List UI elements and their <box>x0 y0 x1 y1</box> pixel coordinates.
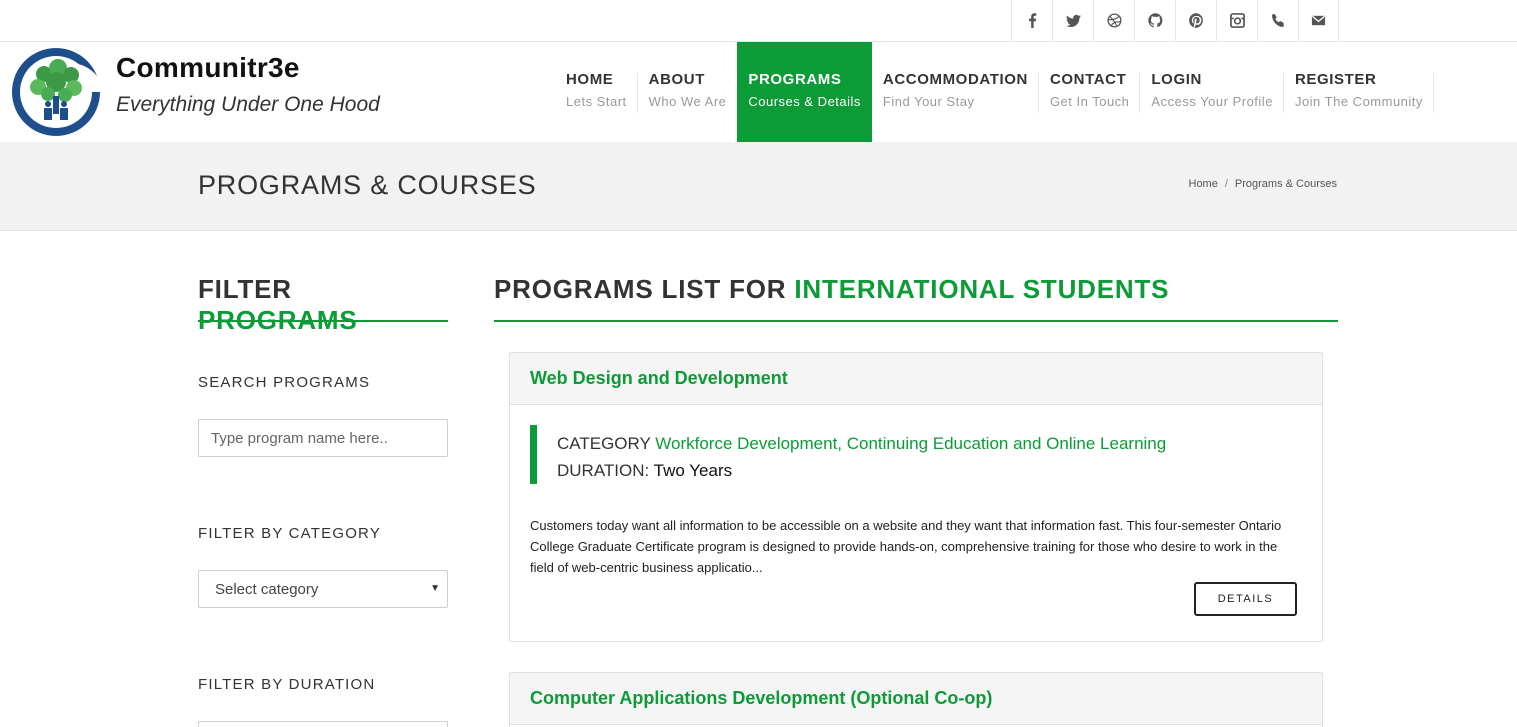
filter-duration-label: FILTER BY DURATION <box>198 676 376 693</box>
nav-item-accommodation[interactable]: ACCOMMODATION Find Your Stay <box>872 42 1039 142</box>
nav-item-subtitle: Courses & Details <box>748 94 861 109</box>
duration-select[interactable] <box>198 721 448 727</box>
program-duration: Two Years <box>653 461 733 480</box>
filter-heading-accent: PROGRAMS <box>198 305 358 335</box>
nav-item-subtitle: Access Your Profile <box>1151 94 1273 109</box>
breadcrumb: Home / Programs & Courses <box>1189 178 1338 190</box>
nav-item-subtitle: Who We Are <box>648 94 727 109</box>
breadcrumb-current: Programs & Courses <box>1234 178 1337 190</box>
filter-category-label: FILTER BY CATEGORY <box>198 525 382 542</box>
dribbble-icon[interactable] <box>1093 0 1134 41</box>
nav-item-title: LOGIN <box>1151 71 1202 88</box>
category-select-value: Select category <box>215 581 319 598</box>
nav-item-subtitle: Lets Start <box>566 94 627 109</box>
program-description: Customers today want all information to … <box>530 518 1282 575</box>
twitter-icon[interactable] <box>1052 0 1093 41</box>
search-programs-label: SEARCH PROGRAMS <box>198 374 371 391</box>
nav-item-title: CONTACT <box>1049 71 1127 88</box>
filter-heading: FILTER PROGRAMS <box>198 274 448 335</box>
phone-icon[interactable] <box>1257 0 1298 41</box>
site-header: Communitr3e Everything Under One Hood HO… <box>0 42 1517 142</box>
breadcrumb-home[interactable]: Home <box>1189 178 1218 190</box>
nav-item-subtitle: Join The Community <box>1294 94 1423 109</box>
github-icon[interactable] <box>1134 0 1175 41</box>
program-duration-label: DURATION: <box>557 461 650 480</box>
program-card: Computer Applications Development (Optio… <box>509 672 1323 727</box>
nav-item-programs[interactable]: PROGRAMS Courses & Details <box>737 42 872 142</box>
page-title-band: PROGRAMS & COURSES Home / Programs & Cours… <box>0 142 1517 231</box>
program-title[interactable]: Web Design and Development <box>510 353 1322 405</box>
nav-item-title: ABOUT <box>648 71 705 88</box>
program-category-row: CATEGORY Workforce Development, Continui… <box>557 430 1166 457</box>
brand-tagline: Everything Under One Hood <box>116 93 380 116</box>
search-programs-input[interactable] <box>198 419 448 457</box>
nav-item-register[interactable]: REGISTER Join The Community <box>1284 42 1434 142</box>
nav-item-login[interactable]: LOGIN Access Your Profile <box>1140 42 1284 142</box>
program-meta: CATEGORY Workforce Development, Continui… <box>530 425 1166 484</box>
program-card: Web Design and Development CATEGORY Work… <box>509 352 1323 642</box>
top-social-bar <box>0 0 1517 42</box>
program-title[interactable]: Computer Applications Development (Optio… <box>510 673 1322 725</box>
program-category: Workforce Development, Continuing Educat… <box>655 434 1167 453</box>
instagram-icon[interactable] <box>1216 0 1257 41</box>
programs-list-heading: PROGRAMS LIST FOR INTERNATIONAL STUDENTS <box>494 274 1338 322</box>
social-links <box>1011 0 1339 42</box>
email-icon[interactable] <box>1298 0 1339 41</box>
filter-heading-text: FILTER <box>198 274 292 304</box>
chevron-down-icon: ▼ <box>430 583 440 594</box>
nav-item-contact[interactable]: CONTACT Get In Touch <box>1039 42 1141 142</box>
facebook-icon[interactable] <box>1011 0 1052 41</box>
brand-name[interactable]: Communitr3e <box>116 52 300 84</box>
programs-list-heading-accent: INTERNATIONAL STUDENTS <box>794 274 1170 304</box>
nav-item-subtitle: Get In Touch <box>1049 94 1130 109</box>
category-select[interactable]: Select category ▼ <box>198 570 448 608</box>
program-duration-row: DURATION: Two Years <box>557 457 1166 484</box>
nav-item-title: PROGRAMS <box>748 71 842 88</box>
programs-list-heading-text: PROGRAMS LIST FOR <box>494 274 795 304</box>
pinterest-icon[interactable] <box>1175 0 1216 41</box>
nav-item-subtitle: Find Your Stay <box>882 94 975 109</box>
nav-item-title: ACCOMMODATION <box>882 71 1028 88</box>
main-nav: HOME Lets Start ABOUT Who We Are PROGRAM… <box>555 42 1434 142</box>
breadcrumb-separator: / <box>1224 178 1228 190</box>
page-title: PROGRAMS & COURSES <box>198 170 537 200</box>
nav-item-about[interactable]: ABOUT Who We Are <box>638 42 738 142</box>
nav-item-home[interactable]: HOME Lets Start <box>555 42 638 142</box>
logo-icon[interactable] <box>8 44 104 140</box>
program-category-label: CATEGORY <box>557 434 651 453</box>
details-button[interactable]: DETAILS <box>1194 582 1297 616</box>
nav-item-title: REGISTER <box>1294 71 1377 88</box>
nav-item-title: HOME <box>566 71 614 88</box>
